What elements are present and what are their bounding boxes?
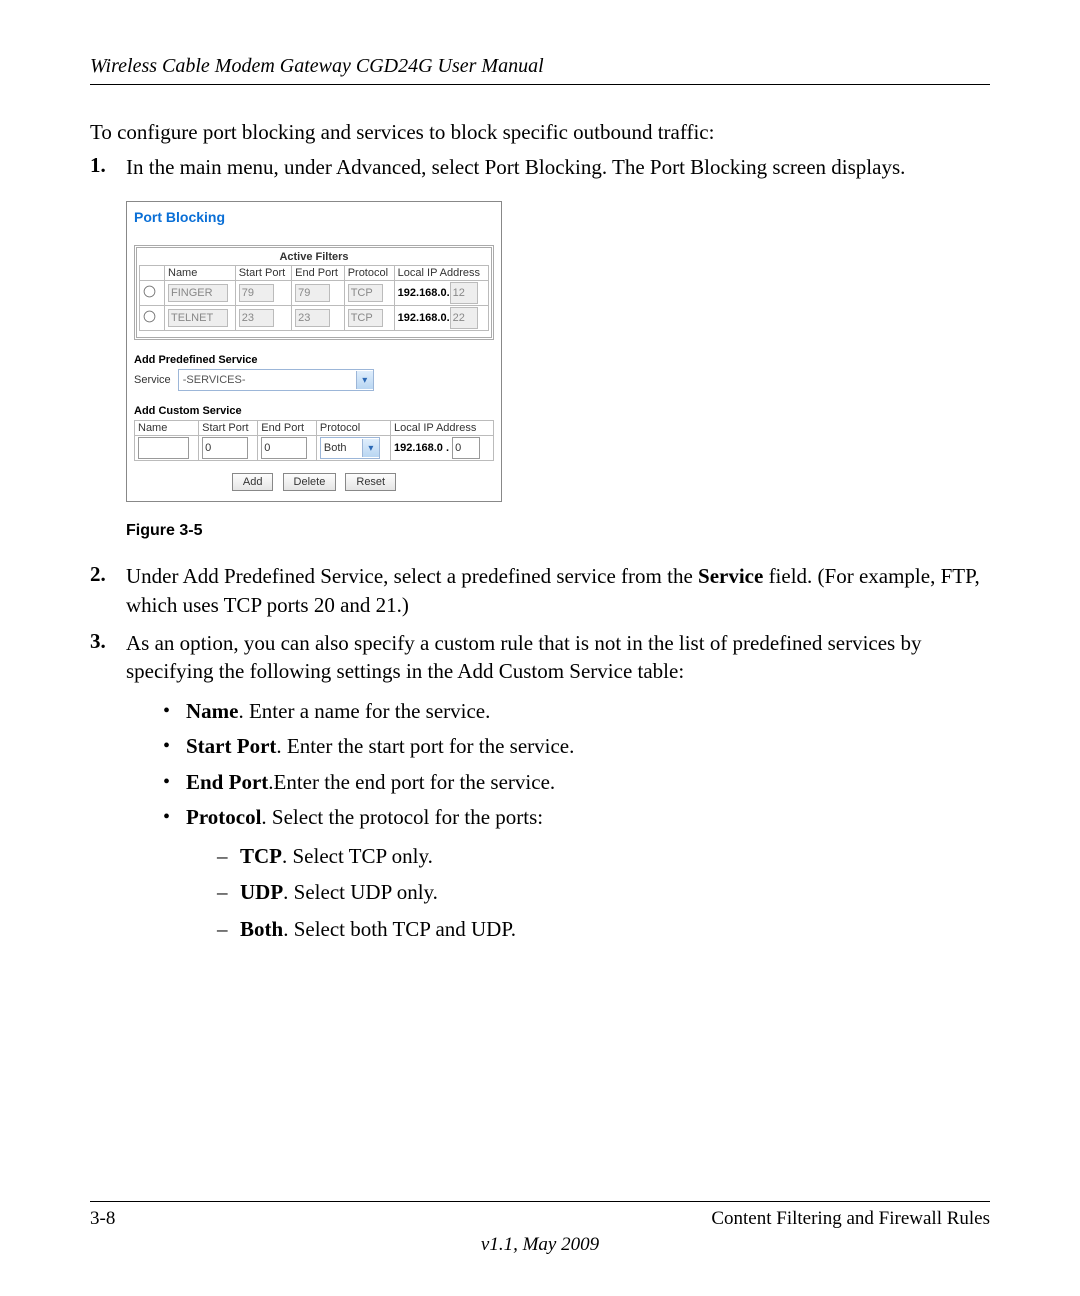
step-2-number: 2. [90,562,126,619]
step-2-text: Under Add Predefined Service, select a p… [126,562,990,619]
intro-text: To configure port blocking and services … [90,120,990,145]
page-header: Wireless Cable Modem Gateway CGD24G User… [90,55,990,85]
filter-startport-field[interactable] [239,284,274,302]
col-ip: Local IP Address [394,266,488,281]
chevron-down-icon: ▾ [356,371,373,389]
active-filters-title: Active Filters [139,251,489,265]
filter-proto-field[interactable] [348,284,383,302]
add-predefined-label: Add Predefined Service [134,354,494,366]
port-blocking-screenshot: Port Blocking Active Filters Name Start … [126,201,502,502]
custom-proto-value: Both [324,442,347,454]
add-button[interactable]: Add [232,473,274,491]
filter-endport-field[interactable] [295,309,330,327]
ip-prefix: 192.168.0. [398,287,450,299]
custom-ip-prefix: 192.168.0 . [394,442,449,454]
port-blocking-title: Port Blocking [134,209,494,245]
filter-name-field[interactable] [168,309,228,327]
custom-name-input[interactable] [138,437,189,459]
service-field-label: Service [134,374,171,386]
col-name: Name [165,266,236,281]
step-1-text: In the main menu, under Advanced, select… [126,153,990,181]
step-1: 1. In the main menu, under Advanced, sel… [90,153,990,181]
service-select[interactable]: -SERVICES- ▾ [178,369,374,391]
bullet-endport: End Port.Enter the end port for the serv… [160,767,990,799]
filter-startport-field[interactable] [239,309,274,327]
ip-octet-field[interactable] [450,307,478,329]
ip-octet-field[interactable] [450,282,478,304]
footer-page-number: 3-8 [90,1208,115,1230]
custom-proto-select[interactable]: Both ▾ [320,437,380,459]
step-3-text: As an option, you can also specify a cus… [126,629,990,686]
bullet-protocol: Protocol. Select the protocol for the po… [160,802,990,945]
filter-row-radio[interactable] [144,286,156,298]
step-3: 3. As an option, you can also specify a … [90,629,990,686]
custom-col-proto: Protocol [316,421,390,436]
filter-name-field[interactable] [168,284,228,302]
col-proto: Protocol [344,266,394,281]
custom-col-start: Start Port [199,421,258,436]
page-footer: 3-8 Content Filtering and Firewall Rules… [90,1201,990,1256]
footer-section-title: Content Filtering and Firewall Rules [711,1208,990,1230]
filter-endport-field[interactable] [295,284,330,302]
custom-ip-octet-input[interactable] [452,437,480,459]
col-end: End Port [292,266,345,281]
custom-col-end: End Port [258,421,317,436]
custom-end-input[interactable] [261,437,307,459]
step-1-number: 1. [90,153,126,181]
dash-tcp: TCP. Select TCP only. [214,840,990,873]
filter-row: 192.168.0. [140,306,489,331]
custom-start-input[interactable] [202,437,248,459]
custom-service-table: Name Start Port End Port Protocol Local … [134,420,494,461]
footer-version: v1.1, May 2009 [90,1234,990,1256]
chevron-down-icon: ▾ [362,439,379,457]
filter-row: 192.168.0. [140,281,489,306]
filter-row-radio[interactable] [144,311,156,323]
service-select-value: -SERVICES- [183,374,246,386]
col-start: Start Port [235,266,291,281]
dash-udp: UDP. Select UDP only. [214,876,990,909]
delete-button[interactable]: Delete [283,473,337,491]
active-filters-table: Name Start Port End Port Protocol Local … [139,265,489,331]
ip-prefix: 192.168.0. [398,312,450,324]
custom-row: Both ▾ 192.168.0 . [135,436,494,461]
bullet-name: Name. Enter a name for the service. [160,696,990,728]
bullet-startport: Start Port. Enter the start port for the… [160,731,990,763]
dash-both: Both. Select both TCP and UDP. [214,913,990,946]
reset-button[interactable]: Reset [345,473,396,491]
step-3-number: 3. [90,629,126,686]
add-custom-label: Add Custom Service [134,405,494,417]
custom-col-name: Name [135,421,199,436]
custom-col-ip: Local IP Address [390,421,493,436]
filter-proto-field[interactable] [348,309,383,327]
figure-caption: Figure 3-5 [126,522,990,540]
step-2: 2. Under Add Predefined Service, select … [90,562,990,619]
